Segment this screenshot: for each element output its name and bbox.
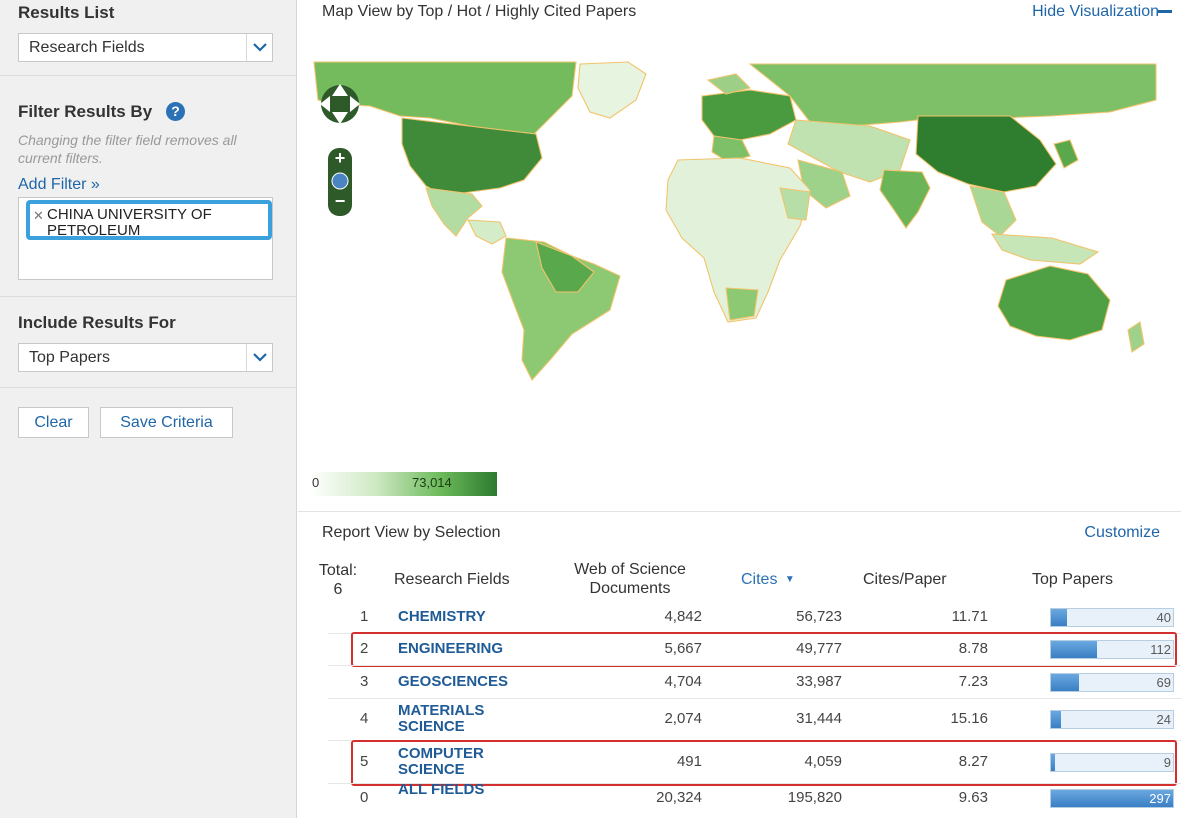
column-header-cites-per-paper[interactable]: Cites/Paper bbox=[863, 570, 947, 589]
filter-chip: ✕ CHINA UNIVERSITY OF PETROLEUM bbox=[26, 200, 272, 240]
column-header-top-papers[interactable]: Top Papers bbox=[1032, 570, 1113, 589]
total-value: 6 bbox=[333, 581, 343, 598]
cites-count: 195,820 bbox=[787, 789, 842, 806]
documents-count: 20,324 bbox=[656, 789, 702, 806]
clear-button[interactable]: Clear bbox=[18, 407, 89, 438]
row-divider bbox=[328, 698, 1181, 699]
highlight-box bbox=[351, 740, 1177, 786]
chevron-down-icon[interactable] bbox=[246, 344, 272, 371]
table-row: 4 MATERIALS SCIENCE 2,074 31,444 15.16 24 bbox=[298, 698, 1181, 740]
top-papers-bar: 69 bbox=[1050, 672, 1174, 692]
map-legend: 0 73,014 bbox=[310, 472, 497, 496]
column-header-wos-documents[interactable]: Web of Science Documents bbox=[556, 560, 704, 598]
documents-count: 4,704 bbox=[664, 672, 702, 690]
table-row: 1 CHEMISTRY 4,842 56,723 11.71 40 bbox=[298, 601, 1181, 633]
cites-per-paper: 9.63 bbox=[958, 789, 988, 806]
remove-filter-icon[interactable]: ✕ bbox=[33, 208, 44, 224]
table-row: 5 COMPUTER SCIENCE 491 4,059 8.27 9 bbox=[298, 740, 1181, 786]
column-header-cites[interactable]: Cites ▼ bbox=[741, 570, 795, 589]
include-results-title: Include Results For bbox=[18, 313, 176, 332]
hide-visualization-link[interactable]: Hide Visualization bbox=[1032, 3, 1159, 21]
top-papers-count: 40 bbox=[1156, 610, 1171, 625]
results-list-title: Results List bbox=[18, 3, 115, 22]
row-divider bbox=[328, 665, 1181, 666]
map-view-title: Map View by Top / Hot / Highly Cited Pap… bbox=[322, 3, 637, 20]
add-filter-link[interactable]: Add Filter » bbox=[18, 176, 100, 194]
results-list-value: Research Fields bbox=[29, 39, 145, 56]
table-row: 0 ALL FIELDS 20,324 195,820 9.63 297 bbox=[298, 782, 1181, 813]
minus-icon[interactable] bbox=[1158, 10, 1172, 13]
map-region bbox=[725, 287, 759, 321]
main-panel: Map View by Top / Hot / Highly Cited Pap… bbox=[298, 0, 1181, 818]
research-field-link[interactable]: ALL FIELDS bbox=[398, 782, 508, 798]
top-papers-bar-fill bbox=[1051, 673, 1079, 691]
top-papers-count: 297 bbox=[1149, 791, 1171, 806]
top-papers-bar: 40 bbox=[1050, 608, 1174, 627]
top-papers-bar-fill bbox=[1051, 711, 1061, 728]
save-criteria-button[interactable]: Save Criteria bbox=[100, 407, 233, 438]
help-icon[interactable]: ? bbox=[166, 102, 185, 121]
cites-count: 56,723 bbox=[796, 608, 842, 625]
filter-chip-label: CHINA UNIVERSITY OF PETROLEUM bbox=[47, 206, 212, 239]
row-rank: 3 bbox=[360, 672, 369, 690]
filter-hint: Changing the filter field removes all cu… bbox=[18, 132, 237, 166]
top-papers-count: 24 bbox=[1156, 712, 1171, 727]
divider bbox=[0, 387, 296, 388]
sidebar: Results List Research Fields Filter Resu… bbox=[0, 0, 297, 818]
column-header-research-fields[interactable]: Research Fields bbox=[394, 570, 510, 589]
include-results-value: Top Papers bbox=[29, 349, 110, 366]
top-papers-bar-fill bbox=[1051, 609, 1067, 626]
sort-down-icon: ▼ bbox=[784, 574, 795, 585]
divider bbox=[0, 296, 296, 297]
top-papers-bar: 297 bbox=[1050, 789, 1174, 808]
results-list-select[interactable]: Research Fields bbox=[18, 33, 273, 62]
cites-per-paper: 11.71 bbox=[951, 608, 988, 625]
cites-count: 33,987 bbox=[796, 672, 842, 690]
row-divider bbox=[328, 783, 1181, 784]
research-field-link[interactable]: CHEMISTRY bbox=[398, 609, 598, 625]
include-results-select[interactable]: Top Papers bbox=[18, 343, 273, 372]
cites-count: 31,444 bbox=[796, 710, 842, 727]
highlight-box bbox=[351, 632, 1177, 667]
row-rank: 4 bbox=[360, 710, 369, 727]
table-row: 2 ENGINEERING 5,667 49,777 8.78 112 bbox=[298, 632, 1181, 667]
cites-header-label: Cites bbox=[741, 571, 778, 588]
top-papers-bar: 24 bbox=[1050, 710, 1174, 729]
documents-count: 4,842 bbox=[664, 608, 702, 625]
world-map[interactable] bbox=[310, 60, 1158, 390]
customize-link[interactable]: Customize bbox=[1084, 524, 1160, 542]
cites-per-paper: 7.23 bbox=[958, 672, 988, 690]
divider bbox=[298, 511, 1181, 512]
table-row: 3 GEOSCIENCES 4,704 33,987 7.23 69 bbox=[298, 665, 1181, 698]
total-header: Total: 6 bbox=[314, 561, 362, 599]
filter-box[interactable]: ✕ CHINA UNIVERSITY OF PETROLEUM bbox=[18, 197, 273, 280]
report-view-title: Report View by Selection bbox=[322, 524, 501, 541]
legend-max: 73,014 bbox=[412, 475, 452, 490]
top-papers-count: 69 bbox=[1156, 674, 1171, 690]
row-rank: 0 bbox=[360, 789, 369, 806]
legend-min: 0 bbox=[312, 475, 320, 490]
chevron-down-icon[interactable] bbox=[246, 34, 272, 61]
divider bbox=[0, 75, 296, 76]
research-field-link[interactable]: MATERIALS SCIENCE bbox=[398, 703, 508, 735]
cites-per-paper: 15.16 bbox=[950, 710, 988, 727]
documents-count: 2,074 bbox=[664, 710, 702, 727]
svg-text:−: − bbox=[335, 191, 346, 211]
map-navigation-control[interactable]: + − bbox=[316, 70, 366, 216]
research-field-link[interactable]: GEOSCIENCES bbox=[398, 673, 598, 690]
svg-text:+: + bbox=[335, 148, 346, 168]
filter-results-title: Filter Results By bbox=[18, 102, 153, 121]
total-label: Total: bbox=[318, 562, 358, 579]
row-rank: 1 bbox=[360, 608, 369, 625]
